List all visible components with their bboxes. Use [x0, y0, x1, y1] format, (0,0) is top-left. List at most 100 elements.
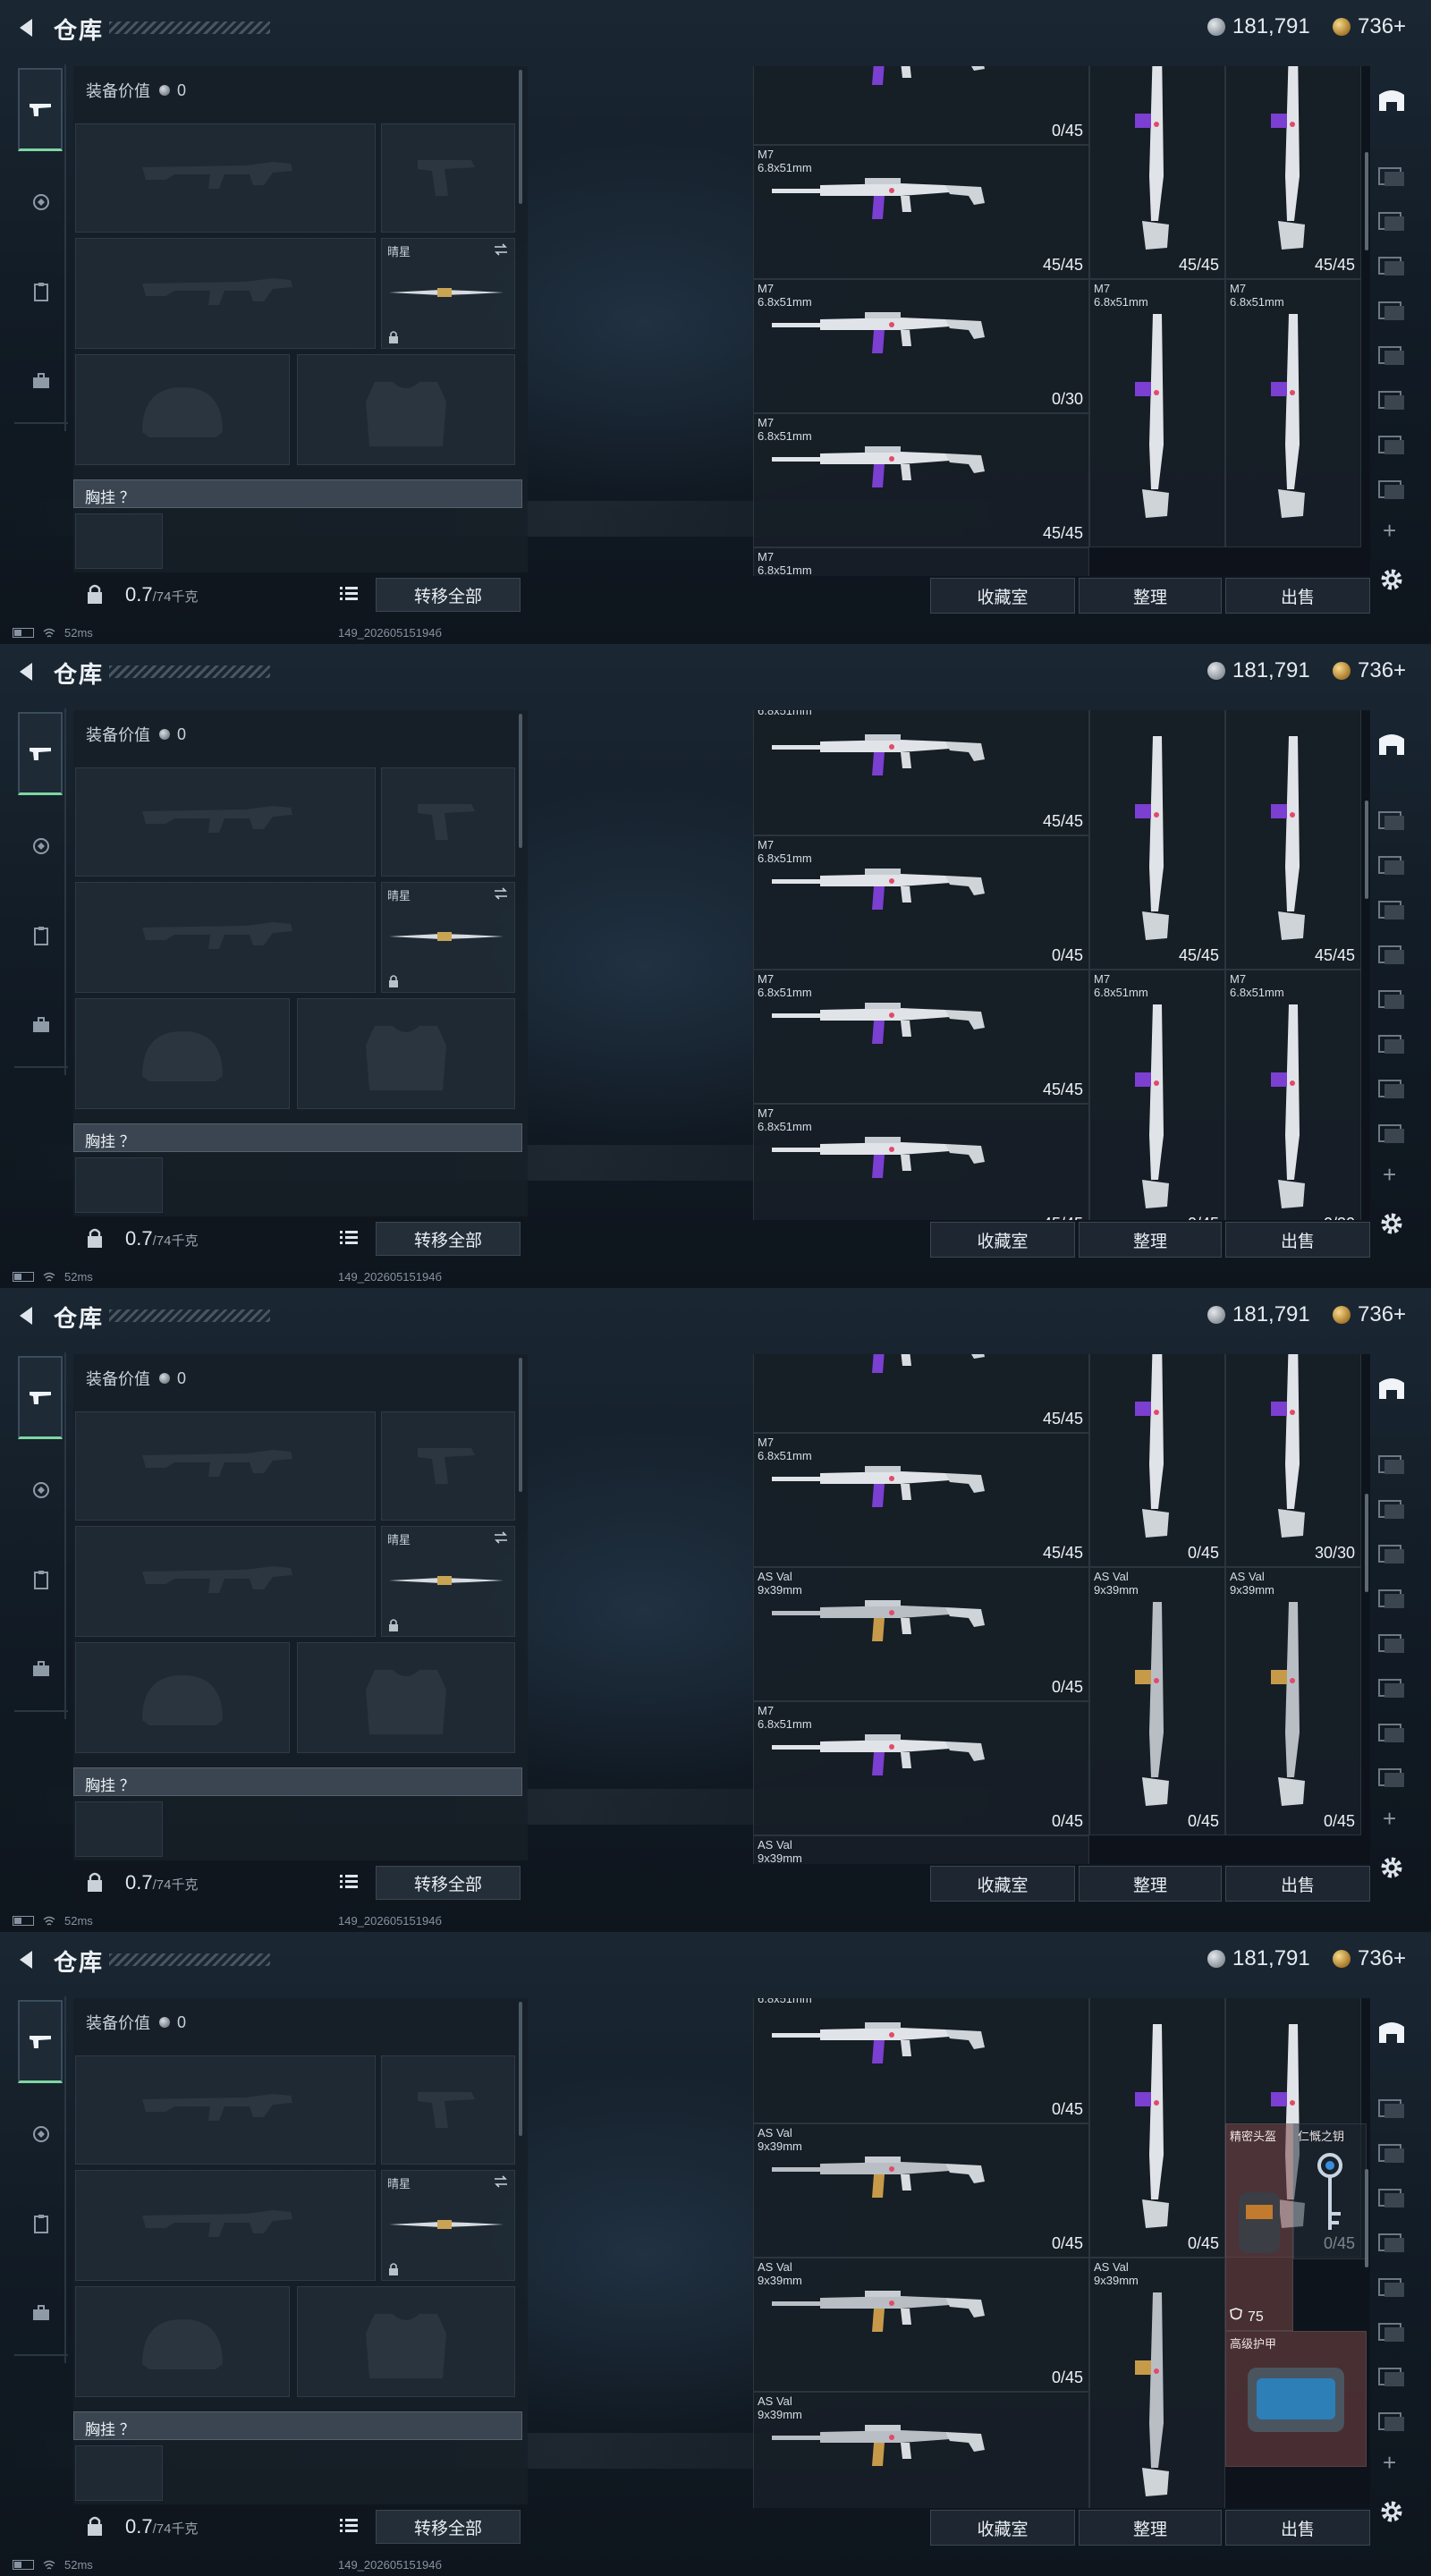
stash-weapon-cell[interactable]: AS Val 9x39mm — [753, 2392, 1089, 2508]
backpack-slot[interactable] — [75, 1157, 163, 1213]
weapons-tab-icon[interactable] — [18, 68, 63, 151]
stash-weapon-cell[interactable]: M7 6.8x51mm — [1225, 279, 1361, 547]
medal-tab-icon[interactable] — [20, 2113, 63, 2156]
helmet-slot[interactable] — [75, 1642, 290, 1753]
knife-slot[interactable]: 晴星 — [381, 882, 515, 993]
stash-page-tab[interactable] — [1376, 163, 1408, 190]
transfer-all-button[interactable]: 转移全部 — [376, 1866, 521, 1900]
stash-page-tab[interactable] — [1376, 2363, 1408, 2390]
clipboard-tab-icon[interactable] — [20, 1558, 63, 1601]
helmet-slot[interactable] — [75, 998, 290, 1109]
stash-weapon-cell[interactable]: M76.8x51mm 0/30 — [753, 279, 1089, 413]
stash-page-tab[interactable] — [1376, 1496, 1408, 1522]
key-item-cell[interactable]: 仁慨之钥 — [1293, 2123, 1367, 2259]
chest-rig-slot[interactable]: 胸挂 ？ — [73, 1123, 522, 1152]
stash-page-tab[interactable] — [1376, 1075, 1408, 1102]
list-icon[interactable] — [340, 1873, 358, 1889]
sort-button[interactable]: 整理 — [1079, 1222, 1222, 1258]
backpack-slot[interactable] — [75, 1801, 163, 1857]
sell-button[interactable]: 出售 — [1225, 578, 1370, 614]
loadout-scrollbar[interactable] — [519, 70, 522, 204]
secondary-weapon-slot[interactable] — [75, 238, 376, 349]
backpack-slot[interactable] — [75, 513, 163, 569]
stash-home-icon[interactable] — [1376, 2018, 1408, 2045]
stash-page-tab[interactable] — [1376, 476, 1408, 503]
stash-weapon-cell[interactable]: M76.8x51mm 45/45 — [753, 145, 1089, 279]
list-icon[interactable] — [340, 1229, 358, 1245]
stash-scrollbar[interactable] — [1365, 801, 1368, 899]
stash-weapon-cell[interactable]: 45/45 — [753, 1354, 1089, 1433]
knife-slot[interactable]: 晴星 — [381, 2170, 515, 2281]
stash-weapon-cell[interactable]: 6.8x51mm 0/45 — [753, 1998, 1089, 2123]
gear-icon[interactable] — [1377, 1853, 1406, 1882]
chest-rig-slot[interactable]: 胸挂 ？ — [73, 2411, 522, 2440]
back-arrow-icon[interactable] — [14, 660, 38, 683]
collection-button[interactable]: 收藏室 — [930, 578, 1075, 614]
list-icon[interactable] — [340, 2517, 358, 2533]
stash-page-tab[interactable] — [1376, 1719, 1408, 1746]
stash-page-tab[interactable] — [1376, 896, 1408, 923]
add-stash-page-icon[interactable]: + — [1383, 1161, 1396, 1189]
weapons-tab-icon[interactable] — [18, 2000, 63, 2083]
briefcase-tab-icon[interactable] — [20, 1004, 63, 1046]
transfer-all-button[interactable]: 转移全部 — [376, 578, 521, 612]
stash-page-tab[interactable] — [1376, 1540, 1408, 1567]
add-stash-page-icon[interactable]: + — [1383, 517, 1396, 545]
armor-slot[interactable] — [297, 998, 515, 1109]
back-arrow-icon[interactable] — [14, 1948, 38, 1971]
stash-weapon-cell[interactable]: 45/45 — [1089, 710, 1225, 970]
stash-scrollbar[interactable] — [1365, 1494, 1368, 1592]
stash-weapon-cell[interactable]: 45/45 — [1089, 66, 1225, 279]
briefcase-tab-icon[interactable] — [20, 1648, 63, 1690]
list-icon[interactable] — [340, 585, 358, 601]
clipboard-tab-icon[interactable] — [20, 2202, 63, 2245]
stash-page-tab[interactable] — [1376, 852, 1408, 878]
medal-tab-icon[interactable] — [20, 1469, 63, 1512]
stash-weapon-cell[interactable]: 0/45 — [1089, 1998, 1225, 2258]
gear-icon[interactable] — [1377, 565, 1406, 594]
stash-page-tab[interactable] — [1376, 252, 1408, 279]
collection-button[interactable]: 收藏室 — [930, 1222, 1075, 1258]
pistol-slot[interactable] — [381, 1411, 515, 1521]
stash-weapon-cell[interactable]: 0/45 — [753, 66, 1089, 145]
clipboard-tab-icon[interactable] — [20, 270, 63, 313]
stash-page-tab[interactable] — [1376, 2318, 1408, 2345]
sort-button[interactable]: 整理 — [1079, 2510, 1222, 2546]
sell-button[interactable]: 出售 — [1225, 2510, 1370, 2546]
swap-icon[interactable] — [493, 2174, 509, 2189]
stash-page-tab[interactable] — [1376, 986, 1408, 1013]
stash-page-tab[interactable] — [1376, 342, 1408, 369]
knife-slot[interactable]: 晴星 — [381, 1526, 515, 1637]
chest-rig-slot[interactable]: 胸挂 ？ — [73, 1767, 522, 1796]
primary-weapon-slot[interactable] — [75, 123, 376, 233]
collection-button[interactable]: 收藏室 — [930, 2510, 1075, 2546]
primary-weapon-slot[interactable] — [75, 2055, 376, 2165]
stash-weapon-cell[interactable]: M76.8x51mm 0/30 — [1225, 970, 1361, 1220]
stash-weapon-cell[interactable]: 45/45 — [1225, 66, 1361, 279]
stash-page-tab[interactable] — [1376, 1451, 1408, 1478]
armor-item-cell[interactable]: 高级护甲 — [1225, 2331, 1367, 2467]
weapons-tab-icon[interactable] — [18, 712, 63, 795]
stash-weapon-cell[interactable]: 30/30 — [1225, 1354, 1361, 1567]
sell-button[interactable]: 出售 — [1225, 1866, 1370, 1902]
gold-currency[interactable]: 736+ — [1333, 1946, 1406, 1971]
stash-page-tab[interactable] — [1376, 386, 1408, 413]
pistol-slot[interactable] — [381, 767, 515, 877]
backpack-slot[interactable] — [75, 2445, 163, 2501]
stash-home-icon[interactable] — [1376, 730, 1408, 757]
stash-weapon-cell[interactable]: AS Val 9x39mm — [753, 1835, 1089, 1864]
stash-weapon-cell[interactable]: AS Val 9x39mm — [1089, 2258, 1225, 2508]
gear-icon[interactable] — [1377, 1209, 1406, 1238]
stash-page-tab[interactable] — [1376, 1120, 1408, 1147]
swap-icon[interactable] — [493, 242, 509, 257]
secondary-weapon-slot[interactable] — [75, 2170, 376, 2281]
sell-button[interactable]: 出售 — [1225, 1222, 1370, 1258]
knife-slot[interactable]: 晴星 — [381, 238, 515, 349]
stash-page-tab[interactable] — [1376, 1764, 1408, 1791]
loadout-scrollbar[interactable] — [519, 1358, 522, 1492]
transfer-all-button[interactable]: 转移全部 — [376, 1222, 521, 1256]
stash-weapon-cell[interactable]: AS Val 9x39mm 0/45 — [753, 1567, 1089, 1701]
stash-weapon-cell[interactable]: M76.8x51mm 45/45 — [753, 413, 1089, 547]
loadout-scrollbar[interactable] — [519, 2002, 522, 2136]
stash-weapon-cell[interactable]: M76.8x51mm 45/45 — [753, 1104, 1089, 1220]
